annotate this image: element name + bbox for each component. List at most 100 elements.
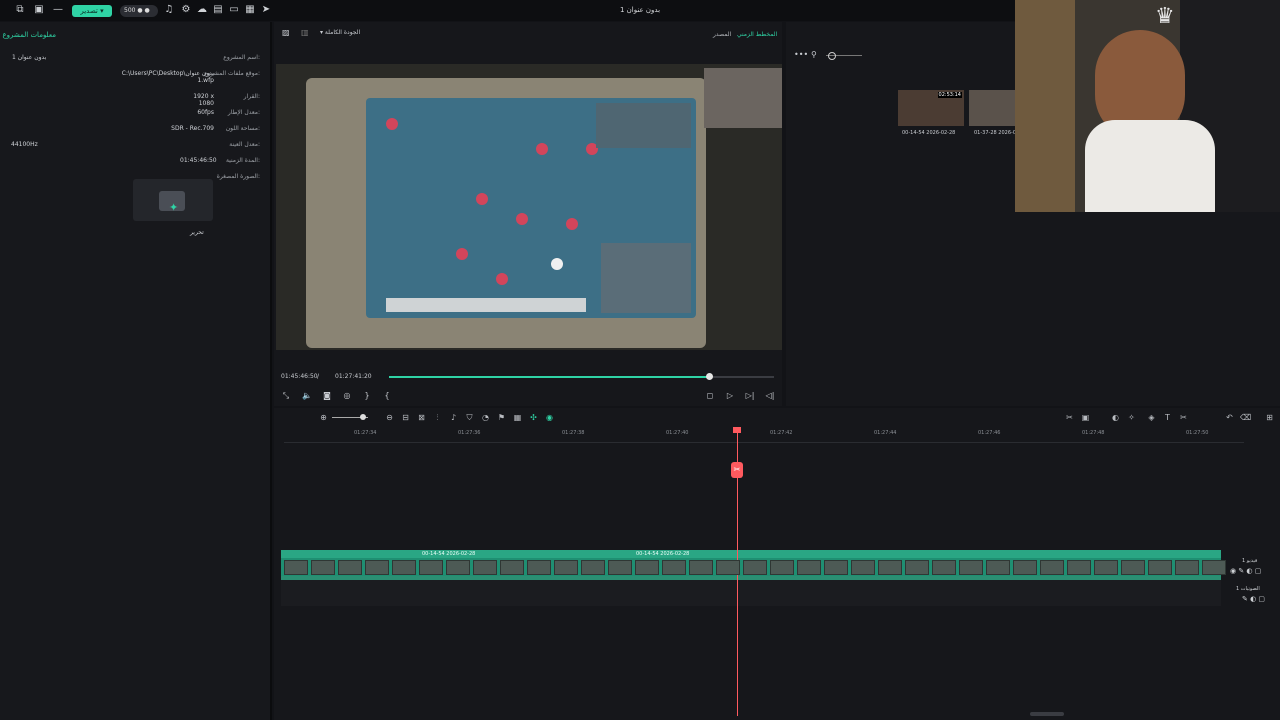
audio-mixer-icon[interactable]: ⫶ xyxy=(432,412,443,423)
display-settings-icon[interactable]: ◎ xyxy=(341,390,353,402)
edit-thumbnail-label[interactable]: تحرير xyxy=(190,229,204,236)
thumbnail-box[interactable]: ✦ xyxy=(133,179,213,221)
layout-icon[interactable]: ▭ xyxy=(228,4,240,16)
camera-icon[interactable]: ◙ xyxy=(321,390,333,402)
project-info-panel: معلومات المشروع اسم المشروع: بدون عنوان … xyxy=(0,22,272,720)
prev-frame-icon[interactable]: ◁| xyxy=(764,390,776,402)
more-tools-icon[interactable]: ⊞ xyxy=(1264,412,1275,423)
marker-icon[interactable]: ⚑ xyxy=(496,412,507,423)
filter-icon[interactable]: ⚲ xyxy=(811,50,817,59)
filmstrip-frame xyxy=(1094,560,1118,575)
ruler-tick: 01:27:48 xyxy=(1082,430,1105,436)
scissors-icon[interactable]: ✂ xyxy=(1064,412,1075,423)
snapshot-icon[interactable]: ▨ xyxy=(282,28,290,37)
grid-snap-icon[interactable]: ▦ xyxy=(512,412,523,423)
field-value-colorspace: SDR - Rec.709 xyxy=(171,125,214,132)
eye-icon[interactable]: ◉ ✎ ◐ ▢ xyxy=(1230,567,1261,575)
filmstrip-frame xyxy=(797,560,821,575)
fit-icon[interactable]: ⤡ xyxy=(280,390,292,402)
player-header: ▨ ▥ ▾ الجودة الكاملة المصدر المخطط الزمن… xyxy=(274,22,782,42)
quality-dropdown[interactable]: ▾ الجودة الكاملة xyxy=(320,29,360,36)
zoom-in-icon[interactable]: ⊕ xyxy=(318,412,329,423)
mark-in-icon[interactable]: { xyxy=(381,390,393,402)
ai-effects-icon[interactable]: ◉ xyxy=(544,412,555,423)
filmstrip-frame xyxy=(419,560,443,575)
split-icon[interactable]: ⊟ xyxy=(400,412,411,423)
color-icon[interactable]: ◐ xyxy=(1110,412,1121,423)
audio-track[interactable] xyxy=(281,580,1221,606)
field-label-name: اسم المشروع: xyxy=(223,54,260,61)
field-value-duration: 01:45:46:50 xyxy=(180,157,217,164)
time-separator: / xyxy=(317,373,320,380)
stop-icon[interactable]: ◻ xyxy=(704,390,716,402)
compare-icon[interactable]: ▥ xyxy=(301,28,309,37)
mark-out-icon[interactable]: } xyxy=(361,390,373,402)
send-icon[interactable]: ➤ xyxy=(260,4,272,16)
media-clip-thumb-1[interactable]: 02:53:14 xyxy=(898,90,964,126)
audio-track-controls-icon[interactable]: ✎ ◐ ▢ xyxy=(1242,595,1265,603)
filmstrip-frame xyxy=(851,560,875,575)
field-value-samplerate: 44100Hz xyxy=(11,141,38,148)
ai-tool-icon[interactable]: ✣ xyxy=(528,412,539,423)
speed-icon[interactable]: ◔ xyxy=(480,412,491,423)
filmstrip-frame xyxy=(365,560,389,575)
ruler-tick: 01:27:42 xyxy=(770,430,793,436)
cut-icon[interactable]: ✂ xyxy=(1178,412,1189,423)
media-clip-thumb-2[interactable] xyxy=(969,90,1015,126)
shield-icon[interactable]: ⛉ xyxy=(464,412,475,423)
crown-logo-icon: ♛ xyxy=(1155,4,1175,29)
filmstrip-frame xyxy=(635,560,659,575)
total-time: 01:27:41:20 xyxy=(335,373,372,380)
save-icon[interactable]: ▤ xyxy=(212,4,224,16)
window-copy-icon[interactable]: ▣ xyxy=(33,4,45,16)
cloud-icon[interactable]: ☁ xyxy=(196,4,208,16)
playback-progress-knob[interactable] xyxy=(706,373,713,380)
next-frame-icon[interactable]: ▷| xyxy=(744,390,756,402)
video-preview[interactable] xyxy=(276,64,782,350)
filmstrip-frame xyxy=(878,560,902,575)
window-title: بدون عنوان 1 xyxy=(619,6,661,14)
undo-icon[interactable]: ↶ xyxy=(1224,412,1235,423)
grid-icon[interactable]: ▦ xyxy=(244,4,256,16)
play-icon[interactable]: ▷ xyxy=(724,390,736,402)
playback-progress-fill xyxy=(389,376,709,378)
ruler-tick: 01:27:44 xyxy=(874,430,897,436)
mask-icon[interactable]: ◈ xyxy=(1146,412,1157,423)
crop-icon[interactable]: ⊠ xyxy=(416,412,427,423)
credits-value: 500 xyxy=(124,7,136,14)
timeline-scrollbar[interactable] xyxy=(1030,712,1064,716)
settings-icon[interactable]: ⚙ xyxy=(180,4,192,16)
adjust-icon[interactable]: ▣ xyxy=(1080,412,1091,423)
timeline-panel: ⊕ ⊖ ⊟ ⊠ ⫶ ♪ ⛉ ◔ ⚑ ▦ ✣ ◉ ✂ ▣ ◐ ✧ ◈ T ✂ ↶ … xyxy=(274,408,1280,720)
minimize-icon[interactable]: — xyxy=(52,4,64,16)
delete-icon[interactable]: ⌫ xyxy=(1240,412,1251,423)
tab-source[interactable]: المصدر xyxy=(713,31,731,38)
media-clip-name-2: 01-37-28 2026-02- xyxy=(974,130,1021,136)
effects-icon[interactable]: ✧ xyxy=(1126,412,1137,423)
field-value-resolution: 1920 x 1080 xyxy=(193,93,214,107)
field-label-samplerate: معدل العينة: xyxy=(229,141,260,148)
panel-title: معلومات المشروع xyxy=(2,31,56,39)
window-restore-icon[interactable]: ⧉ xyxy=(14,4,26,16)
credits-badge[interactable]: 500 ● ● xyxy=(120,5,158,17)
filmstrip-frame xyxy=(392,560,416,575)
tab-timeline[interactable]: المخطط الزمني xyxy=(737,31,777,38)
export-button[interactable]: تصدير ▾ xyxy=(72,5,112,17)
ruler-tick: 01:27:46 xyxy=(978,430,1001,436)
filmstrip-frame xyxy=(1013,560,1037,575)
more-options-icon[interactable]: ••• xyxy=(794,50,808,59)
text-icon[interactable]: T xyxy=(1162,412,1173,423)
filmstrip-frame xyxy=(311,560,335,575)
zoom-slider-knob[interactable] xyxy=(828,52,836,60)
time-ruler[interactable]: 01:27:34 01:27:36 01:27:38 01:27:40 01:2… xyxy=(284,428,1244,443)
mic-icon[interactable]: ♪ xyxy=(448,412,459,423)
zoom-out-icon[interactable]: ⊖ xyxy=(384,412,395,423)
volume-icon[interactable]: 🔈 xyxy=(301,390,313,402)
split-marker-icon[interactable]: ✂ xyxy=(731,462,743,478)
headphones-icon[interactable]: ♫ xyxy=(163,4,175,16)
ruler-tick: 01:27:36 xyxy=(458,430,481,436)
ruler-tick: 01:27:50 xyxy=(1186,430,1209,436)
filmstrip-frame xyxy=(338,560,362,575)
timeline-zoom-knob[interactable] xyxy=(360,414,366,420)
clip-label: 00-14-54 2026-02-28 xyxy=(422,551,476,557)
